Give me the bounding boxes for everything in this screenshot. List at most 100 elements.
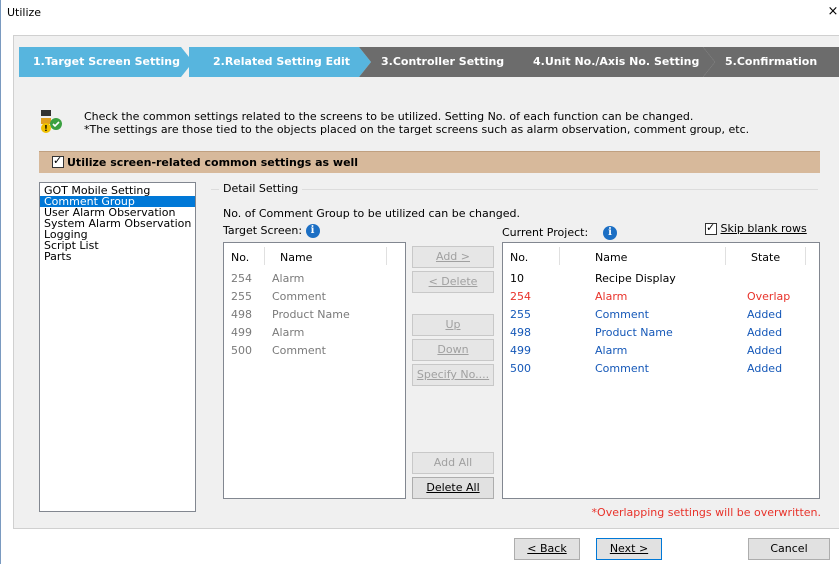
current-project-label: Current Project:	[502, 226, 589, 239]
target-screen-table[interactable]: No. Name 254 Alarm 255 Comment 498 Product …	[223, 242, 406, 499]
cell-name: Alarm	[595, 290, 628, 303]
column-header-name[interactable]: Name	[595, 251, 627, 264]
table-row[interactable]: 254 Alarm	[224, 270, 405, 288]
category-parts[interactable]: Parts	[40, 251, 195, 262]
step-label: 3.Controller Setting	[381, 55, 505, 68]
svg-text:!: !	[44, 124, 48, 133]
delete-all-button[interactable]: Delete All	[412, 477, 494, 499]
cell-name: Alarm	[272, 272, 305, 285]
table-row[interactable]: 498 Product Name	[224, 306, 405, 324]
title-bar: Utilize ×	[1, 0, 839, 26]
cell-name: Alarm	[595, 344, 628, 357]
cell-no: 499	[231, 326, 252, 339]
wizard-steps: 1.Target Screen Setting 2.Related Settin…	[19, 47, 839, 77]
step-related-setting-edit: 2.Related Setting Edit	[189, 47, 371, 77]
table-row[interactable]: 10 Recipe Display	[503, 270, 819, 288]
step-label: 5.Confirmation	[725, 55, 818, 68]
step-controller-setting: 3.Controller Setting	[359, 47, 525, 77]
delete-button-label: < Delete	[428, 275, 478, 288]
checkbox-checked-icon[interactable]	[705, 221, 717, 235]
next-button[interactable]: Next >	[596, 538, 662, 560]
add-all-button[interactable]: Add All	[412, 452, 494, 474]
back-button[interactable]: < Back	[514, 538, 580, 560]
table-row[interactable]: 500 Comment Added	[503, 360, 819, 378]
add-button[interactable]: Add >	[412, 246, 494, 268]
specify-no-button-label: Specify No....	[416, 368, 490, 381]
column-header-state[interactable]: State	[751, 251, 780, 264]
target-screen-label: Target Screen: i	[223, 224, 320, 238]
utilize-common-settings-bar: Utilize screen-related common settings a…	[39, 151, 820, 173]
table-row[interactable]: 500 Comment	[224, 342, 405, 360]
cell-name: Product Name	[595, 326, 673, 339]
category-list[interactable]: GOT Mobile Setting Comment Group User Al…	[39, 182, 196, 512]
cell-state: Added	[747, 326, 783, 339]
cancel-button-label: Cancel	[770, 542, 808, 555]
table-row[interactable]: 499 Alarm Added	[503, 342, 819, 360]
cell-name: Alarm	[272, 326, 305, 339]
cell-no: 255	[231, 290, 252, 303]
step-unit-axis-setting: 4.Unit No./Axis No. Setting	[511, 47, 715, 77]
cell-state: Added	[747, 308, 783, 321]
info-icon[interactable]: i	[305, 224, 320, 238]
cell-state: Added	[747, 362, 783, 375]
skip-blank-rows-checkbox[interactable]: Skip blank rows	[705, 221, 807, 235]
cell-name: Comment	[595, 308, 649, 321]
add-all-button-label: Add All	[433, 456, 473, 469]
cell-name: Comment	[595, 362, 649, 375]
cell-no: 254	[231, 272, 252, 285]
next-button-label: Next >	[609, 542, 649, 555]
close-icon[interactable]: ×	[826, 4, 839, 20]
info-text-line2: *The settings are those tied to the obje…	[84, 123, 750, 136]
table-row[interactable]: 255 Comment	[224, 288, 405, 306]
cell-state: Added	[747, 344, 783, 357]
back-button-label: < Back	[527, 542, 567, 555]
cell-state: Overlap	[747, 290, 791, 303]
delete-all-button-label: Delete All	[426, 481, 480, 494]
info-text-line1: Check the common settings related to the…	[84, 110, 694, 123]
down-button[interactable]: Down	[412, 339, 494, 361]
step-label: 1.Target Screen Setting	[33, 55, 181, 68]
cell-no: 10	[510, 272, 524, 285]
window-title: Utilize	[7, 6, 42, 19]
add-button-label: Add >	[435, 250, 470, 263]
specify-no-button[interactable]: Specify No....	[412, 364, 494, 386]
up-button-label: Up	[445, 318, 461, 331]
detail-description: No. of Comment Group to be utilized can …	[223, 207, 520, 220]
cell-no: 254	[510, 290, 531, 303]
cell-name: Comment	[272, 344, 326, 357]
cancel-button[interactable]: Cancel	[748, 538, 830, 560]
checkbox-checked-icon[interactable]	[52, 154, 64, 168]
table-row[interactable]: 254 Alarm Overlap	[503, 288, 819, 306]
column-header-no[interactable]: No.	[231, 251, 249, 264]
column-divider	[264, 247, 265, 265]
up-button[interactable]: Up	[412, 314, 494, 336]
cell-no: 500	[231, 344, 252, 357]
utilize-common-settings-checkbox[interactable]: Utilize screen-related common settings a…	[52, 154, 359, 169]
current-project-table[interactable]: No. Name State 10 Recipe Display 254 Alarm…	[502, 242, 820, 499]
cell-no: 498	[510, 326, 531, 339]
step-label: 2.Related Setting Edit	[213, 55, 351, 68]
table-row[interactable]: 499 Alarm	[224, 324, 405, 342]
delete-button[interactable]: < Delete	[412, 271, 494, 293]
column-header-name[interactable]: Name	[280, 251, 312, 264]
cell-no: 498	[231, 308, 252, 321]
column-divider	[559, 247, 560, 265]
cell-name: Recipe Display	[595, 272, 676, 285]
target-screen-label-text: Target Screen:	[223, 224, 303, 237]
detail-setting-title: Detail Setting	[219, 182, 303, 195]
cell-name: Product Name	[272, 308, 350, 321]
step-confirmation: 5.Confirmation	[703, 47, 839, 77]
step-target-screen-setting: 1.Target Screen Setting	[19, 47, 193, 77]
cell-no: 500	[510, 362, 531, 375]
utilize-common-settings-label: Utilize screen-related common settings a…	[67, 156, 359, 169]
column-header-no[interactable]: No.	[510, 251, 528, 264]
down-button-label: Down	[437, 343, 469, 356]
step-label: 4.Unit No./Axis No. Setting	[533, 55, 700, 68]
table-row[interactable]: 255 Comment Added	[503, 306, 819, 324]
utilize-dialog: Utilize × 1.Target Screen Setting 2.Rela…	[0, 0, 839, 564]
column-divider	[386, 247, 387, 265]
table-row[interactable]: 498 Product Name Added	[503, 324, 819, 342]
cell-no: 499	[510, 344, 531, 357]
info-icon[interactable]: i	[603, 226, 617, 240]
cell-no: 255	[510, 308, 531, 321]
